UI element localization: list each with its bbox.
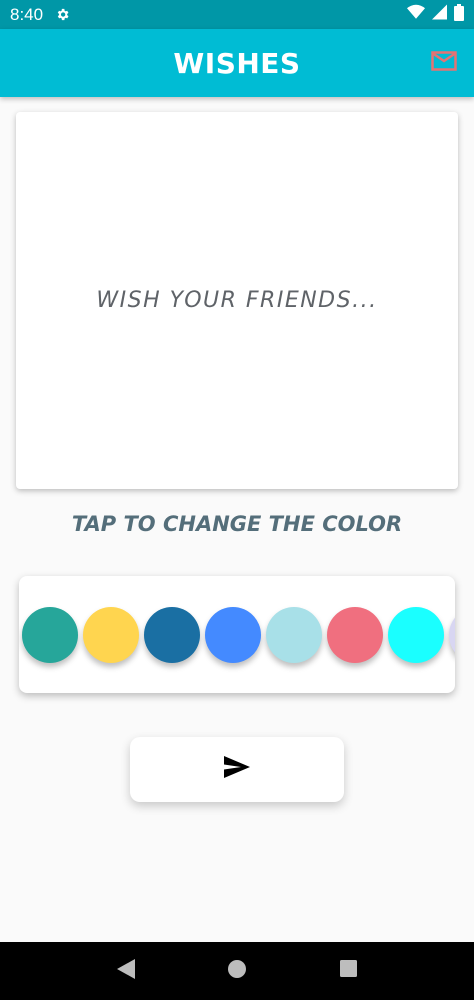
recents-button[interactable] xyxy=(328,951,368,991)
send-icon xyxy=(224,756,250,783)
signal-icon xyxy=(432,4,447,25)
color-swatch[interactable] xyxy=(327,607,383,663)
color-palette[interactable] xyxy=(19,576,455,693)
home-icon xyxy=(227,959,246,983)
color-swatch[interactable] xyxy=(388,607,444,663)
navigation-bar xyxy=(0,942,474,1000)
color-swatch[interactable] xyxy=(22,607,78,663)
battery-icon xyxy=(454,3,464,26)
color-swatch[interactable] xyxy=(449,607,455,663)
status-time: 8:40 xyxy=(10,4,44,24)
recents-icon xyxy=(339,960,357,982)
change-color-label: TAP TO CHANGE THE COLOR xyxy=(71,512,403,536)
status-bar: 8:40 xyxy=(0,0,474,29)
wifi-icon xyxy=(407,4,425,25)
back-icon xyxy=(116,958,135,984)
app-title: WISHES xyxy=(173,46,301,80)
gear-icon xyxy=(55,7,70,22)
status-icons xyxy=(407,3,464,26)
mail-icon xyxy=(431,50,457,76)
color-swatch[interactable] xyxy=(144,607,200,663)
mail-button[interactable] xyxy=(430,50,458,76)
color-swatch[interactable] xyxy=(205,607,261,663)
swatch-list xyxy=(22,607,455,663)
send-button[interactable] xyxy=(130,737,344,802)
color-swatch[interactable] xyxy=(266,607,322,663)
wish-placeholder: WISH YOUR FRIENDS... xyxy=(96,288,378,313)
home-button[interactable] xyxy=(217,951,257,991)
wish-card[interactable]: WISH YOUR FRIENDS... xyxy=(16,112,458,489)
back-button[interactable] xyxy=(106,951,146,991)
app-bar: WISHES xyxy=(0,29,474,97)
color-swatch[interactable] xyxy=(83,607,139,663)
